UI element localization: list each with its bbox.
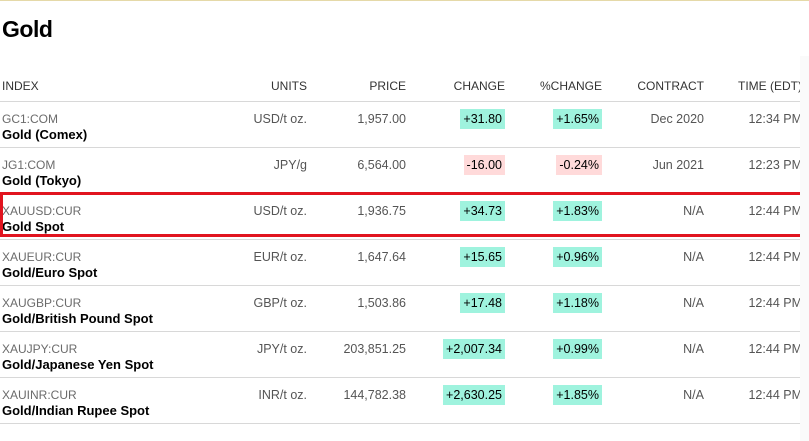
ticker-symbol[interactable]: XAUJPY:CUR <box>2 342 77 356</box>
time-cell: 12:44 PM <box>748 250 802 264</box>
change-badge: +17.48 <box>460 293 505 313</box>
column-header-price[interactable]: PRICE <box>369 79 406 93</box>
column-header-time[interactable]: TIME (EDT) <box>738 79 802 93</box>
row-divider <box>0 423 800 424</box>
time-cell: 12:34 PM <box>748 112 802 126</box>
units-cell: EUR/t oz. <box>253 250 308 264</box>
pct-change-badge: +0.99% <box>553 339 602 359</box>
change-badge: +15.65 <box>460 247 505 267</box>
ticker-symbol[interactable]: XAUEUR:CUR <box>2 250 81 264</box>
contract-cell: Jun 2021 <box>652 158 704 172</box>
table-row[interactable]: XAUINR:CUR Gold/Indian Rupee Spot INR/t … <box>0 378 809 424</box>
instrument-name[interactable]: Gold/British Pound Spot <box>2 311 153 326</box>
table-row[interactable]: XAUEUR:CUR Gold/Euro Spot EUR/t oz. 1,64… <box>0 240 809 286</box>
pct-change-badge: +1.65% <box>553 109 602 129</box>
instrument-name[interactable]: Gold (Comex) <box>2 127 87 142</box>
units-cell: JPY/g <box>273 158 307 172</box>
column-header-index[interactable]: INDEX <box>2 79 39 93</box>
table-header: INDEX UNITS PRICE CHANGE %CHANGE CONTRAC… <box>0 58 809 102</box>
highlight-box <box>0 192 804 237</box>
contract-cell: N/A <box>683 342 704 356</box>
instrument-name[interactable]: Gold/Japanese Yen Spot <box>2 357 153 372</box>
time-cell: 12:44 PM <box>748 388 802 402</box>
change-badge: +2,630.25 <box>443 385 505 405</box>
instrument-name[interactable]: Gold (Tokyo) <box>2 173 81 188</box>
pct-change-badge: +1.18% <box>553 293 602 313</box>
contract-cell: N/A <box>683 296 704 310</box>
price-cell: 144,782.38 <box>343 388 406 402</box>
pct-change-badge: +1.85% <box>553 385 602 405</box>
column-header-contract[interactable]: CONTRACT <box>637 79 704 93</box>
column-header-pct-change[interactable]: %CHANGE <box>540 79 602 93</box>
instrument-name[interactable]: Gold/Indian Rupee Spot <box>2 403 149 418</box>
time-cell: 12:23 PM <box>748 158 802 172</box>
ticker-symbol[interactable]: XAUGBP:CUR <box>2 296 81 310</box>
time-cell: 12:44 PM <box>748 342 802 356</box>
table-row[interactable]: GC1:COM Gold (Comex) USD/t oz. 1,957.00 … <box>0 102 809 148</box>
price-cell: 1,503.86 <box>357 296 406 310</box>
units-cell: USD/t oz. <box>253 112 308 126</box>
column-header-units[interactable]: UNITS <box>271 79 307 93</box>
ticker-symbol[interactable]: GC1:COM <box>2 112 58 126</box>
units-cell: INR/t oz. <box>258 388 307 402</box>
price-cell: 6,564.00 <box>357 158 406 172</box>
page-title: Gold <box>2 16 53 42</box>
table-row[interactable]: JG1:COM Gold (Tokyo) JPY/g 6,564.00 -16.… <box>0 148 809 194</box>
time-cell: 12:44 PM <box>748 296 802 310</box>
ticker-symbol[interactable]: XAUINR:CUR <box>2 388 77 402</box>
table-row[interactable]: XAUJPY:CUR Gold/Japanese Yen Spot JPY/t … <box>0 332 809 378</box>
pct-change-badge: -0.24% <box>556 155 602 175</box>
contract-cell: N/A <box>683 250 704 264</box>
units-cell: JPY/t oz. <box>256 342 307 356</box>
contract-cell: N/A <box>683 388 704 402</box>
price-cell: 1,957.00 <box>357 112 406 126</box>
change-badge: -16.00 <box>463 155 505 175</box>
instrument-name[interactable]: Gold/Euro Spot <box>2 265 97 280</box>
price-cell: 203,851.25 <box>343 342 406 356</box>
contract-cell: Dec 2020 <box>650 112 704 126</box>
ticker-symbol[interactable]: JG1:COM <box>2 158 55 172</box>
pct-change-badge: +0.96% <box>553 247 602 267</box>
table-row[interactable]: XAUGBP:CUR Gold/British Pound Spot GBP/t… <box>0 286 809 332</box>
price-cell: 1,647.64 <box>357 250 406 264</box>
change-badge: +31.80 <box>460 109 505 129</box>
units-cell: GBP/t oz. <box>253 296 308 310</box>
top-divider <box>0 0 809 1</box>
column-header-change[interactable]: CHANGE <box>454 79 505 93</box>
scrollbar-track[interactable] <box>800 56 809 441</box>
change-badge: +2,007.34 <box>443 339 505 359</box>
